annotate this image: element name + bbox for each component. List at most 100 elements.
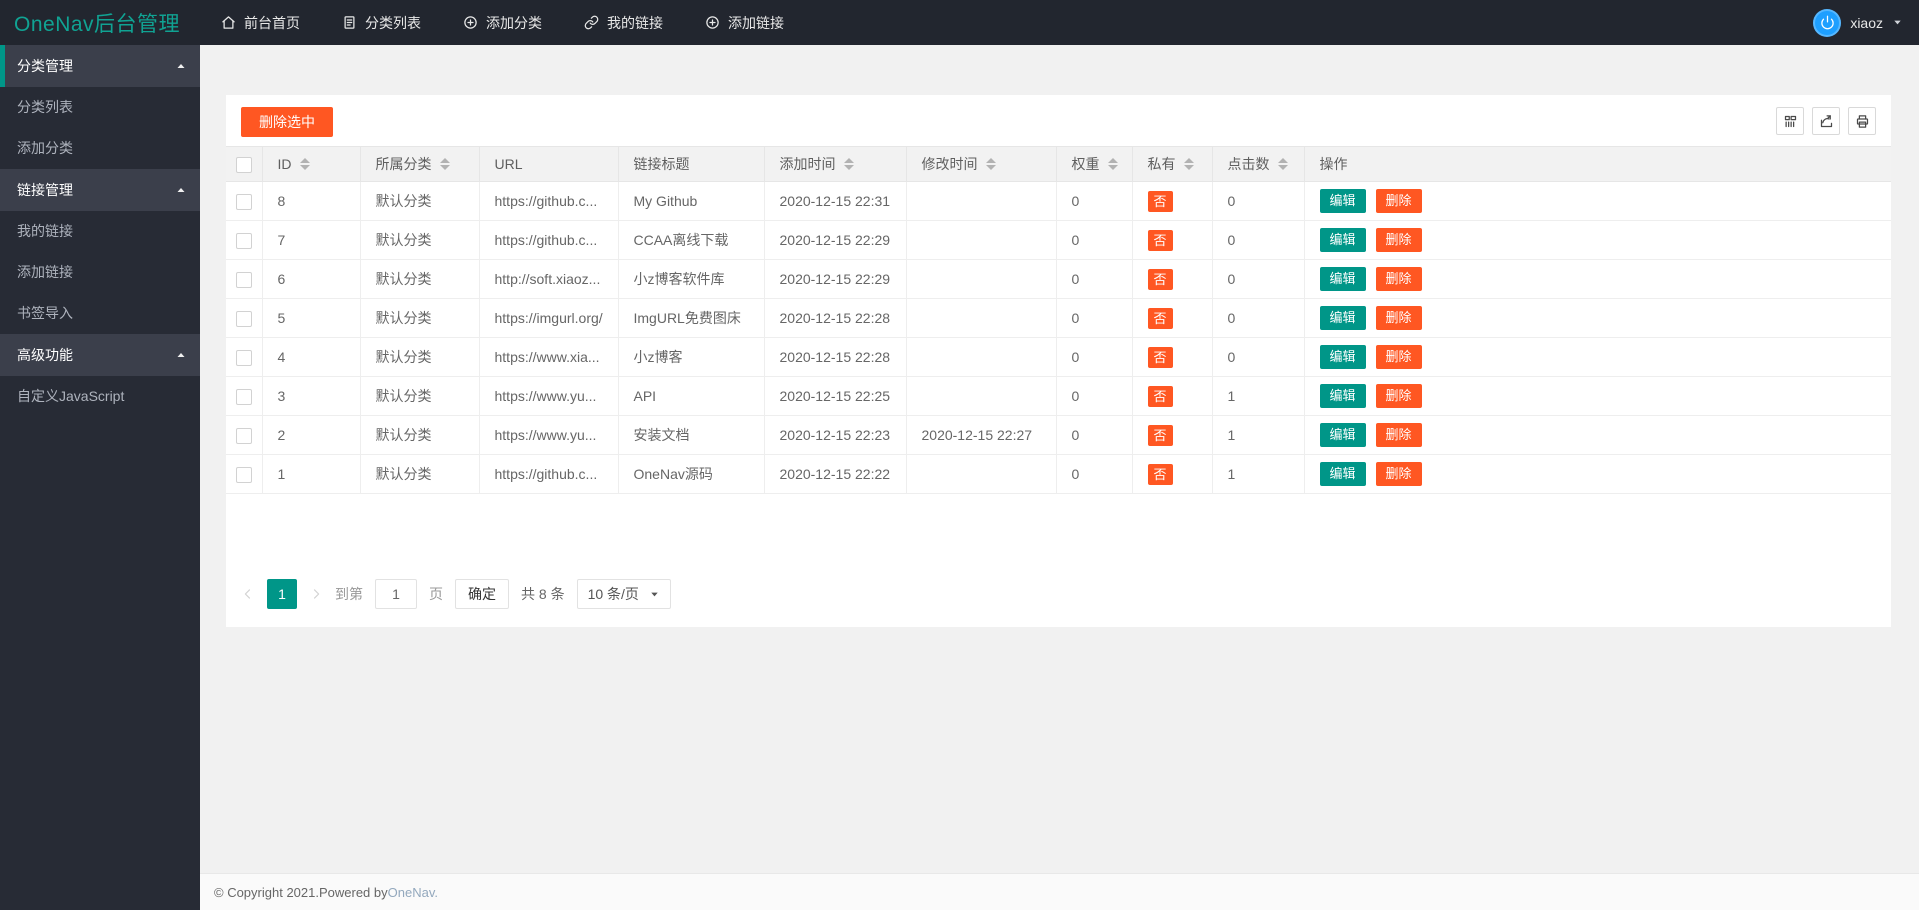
cell-weight: 0 — [1056, 260, 1132, 299]
sort-icon[interactable] — [986, 158, 996, 170]
cell-category: 默认分类 — [360, 416, 479, 455]
cell-id: 4 — [262, 338, 360, 377]
delete-button[interactable]: 删除 — [1376, 384, 1422, 408]
edit-button[interactable]: 编辑 — [1320, 306, 1366, 330]
table-row: 3默认分类https://www.yu...API2020-12-15 22:2… — [226, 377, 1891, 416]
navbar-item-2[interactable]: 分类列表 — [321, 0, 442, 45]
page-size-select[interactable]: 10 条/页 — [577, 579, 671, 609]
sidebar-group-2[interactable]: 链接管理 — [0, 169, 200, 211]
edit-button[interactable]: 编辑 — [1320, 345, 1366, 369]
user-menu[interactable]: xiaoz — [1813, 9, 1919, 37]
sidebar-item[interactable]: 添加链接 — [0, 252, 200, 293]
sidebar-item[interactable]: 分类列表 — [0, 87, 200, 128]
delete-button[interactable]: 删除 — [1376, 306, 1422, 330]
sort-icon[interactable] — [1278, 158, 1288, 170]
delete-selected-button[interactable]: 删除选中 — [241, 107, 333, 137]
cell-url: https://www.yu... — [479, 377, 618, 416]
row-checkbox-cell — [226, 416, 262, 455]
sort-icon[interactable] — [440, 158, 450, 170]
cell-actions: 编辑删除 — [1304, 299, 1891, 338]
cell-weight: 0 — [1056, 338, 1132, 377]
sidebar-item[interactable]: 书签导入 — [0, 293, 200, 334]
private-badge: 否 — [1148, 191, 1173, 212]
columns-button[interactable] — [1776, 107, 1804, 135]
confirm-page-button[interactable]: 确定 — [455, 579, 509, 609]
delete-button[interactable]: 删除 — [1376, 189, 1422, 213]
cell-category: 默认分类 — [360, 377, 479, 416]
cell-id: 8 — [262, 182, 360, 221]
sort-icon[interactable] — [1108, 158, 1118, 170]
edit-button[interactable]: 编辑 — [1320, 462, 1366, 486]
page-size-value: 10 条/页 — [588, 584, 639, 604]
sidebar-group-3[interactable]: 高级功能 — [0, 334, 200, 376]
sidebar-group-1[interactable]: 分类管理 — [0, 45, 200, 87]
delete-button[interactable]: 删除 — [1376, 345, 1422, 369]
row-checkbox[interactable] — [236, 428, 252, 444]
onenav-link[interactable]: OneNav. — [388, 885, 438, 900]
cell-update_time — [906, 455, 1056, 494]
prev-page-button[interactable] — [241, 587, 255, 601]
sidebar-item[interactable]: 添加分类 — [0, 128, 200, 169]
cell-clicks: 0 — [1212, 299, 1304, 338]
row-checkbox-cell — [226, 299, 262, 338]
sort-icon[interactable] — [1184, 158, 1194, 170]
row-checkbox[interactable] — [236, 389, 252, 405]
cell-weight: 0 — [1056, 377, 1132, 416]
row-checkbox[interactable] — [236, 194, 252, 210]
row-checkbox[interactable] — [236, 467, 252, 483]
sort-icon[interactable] — [300, 158, 310, 170]
edit-button[interactable]: 编辑 — [1320, 228, 1366, 252]
cell-category: 默认分类 — [360, 455, 479, 494]
pagination: 1 到第 页 确定 共 8 条 10 条/页 — [226, 579, 1891, 609]
export-button[interactable] — [1812, 107, 1840, 135]
row-checkbox[interactable] — [236, 311, 252, 327]
total-count-label: 共 8 条 — [521, 584, 565, 604]
row-checkbox[interactable] — [236, 272, 252, 288]
row-checkbox-cell — [226, 182, 262, 221]
table-row: 6默认分类http://soft.xiaoz...小z博客软件库2020-12-… — [226, 260, 1891, 299]
cell-id: 1 — [262, 455, 360, 494]
row-checkbox[interactable] — [236, 233, 252, 249]
cell-add_time: 2020-12-15 22:31 — [764, 182, 906, 221]
sidebar-item[interactable]: 我的链接 — [0, 211, 200, 252]
next-page-button[interactable] — [309, 587, 323, 601]
navbar-item-4[interactable]: 我的链接 — [563, 0, 684, 45]
navbar-item-3[interactable]: 添加分类 — [442, 0, 563, 45]
current-page-button[interactable]: 1 — [267, 579, 297, 609]
delete-button[interactable]: 删除 — [1376, 228, 1422, 252]
print-button[interactable] — [1848, 107, 1876, 135]
sort-icon[interactable] — [844, 158, 854, 170]
cell-id: 5 — [262, 299, 360, 338]
header-checkbox-cell — [226, 147, 262, 182]
delete-button[interactable]: 删除 — [1376, 462, 1422, 486]
private-badge: 否 — [1148, 308, 1173, 329]
navbar-item-1[interactable]: 前台首页 — [200, 0, 321, 45]
edit-button[interactable]: 编辑 — [1320, 423, 1366, 447]
column-header-category: 所属分类 — [360, 147, 479, 182]
sidebar-group-title: 分类管理 — [17, 58, 73, 74]
select-all-checkbox[interactable] — [236, 157, 252, 173]
cell-weight: 0 — [1056, 182, 1132, 221]
edit-button[interactable]: 编辑 — [1320, 189, 1366, 213]
cell-add_time: 2020-12-15 22:29 — [764, 260, 906, 299]
column-header-weight: 权重 — [1056, 147, 1132, 182]
cell-update_time — [906, 338, 1056, 377]
sidebar-item[interactable]: 自定义JavaScript — [0, 376, 200, 417]
delete-button[interactable]: 删除 — [1376, 267, 1422, 291]
delete-button[interactable]: 删除 — [1376, 423, 1422, 447]
cell-url: https://imgurl.org/ — [479, 299, 618, 338]
column-header-clicks: 点击数 — [1212, 147, 1304, 182]
cell-clicks: 1 — [1212, 455, 1304, 494]
row-checkbox-cell — [226, 455, 262, 494]
navbar-item-5[interactable]: 添加链接 — [684, 0, 805, 45]
cell-url: https://github.c... — [479, 221, 618, 260]
edit-button[interactable]: 编辑 — [1320, 384, 1366, 408]
row-checkbox[interactable] — [236, 350, 252, 366]
goto-page-input[interactable] — [375, 579, 417, 609]
cell-category: 默认分类 — [360, 338, 479, 377]
navbar-item-label: 分类列表 — [365, 13, 421, 33]
edit-button[interactable]: 编辑 — [1320, 267, 1366, 291]
cell-update_time: 2020-12-15 22:27 — [906, 416, 1056, 455]
cell-category: 默认分类 — [360, 221, 479, 260]
goto-page-label: 到第 — [335, 584, 363, 604]
